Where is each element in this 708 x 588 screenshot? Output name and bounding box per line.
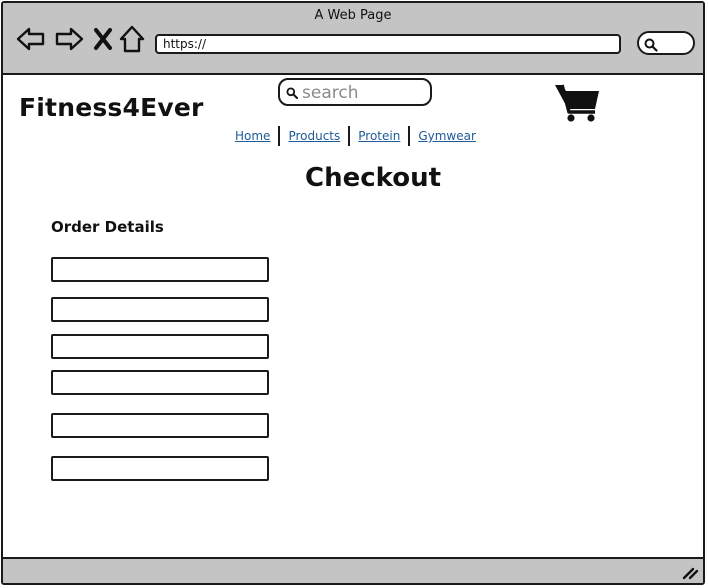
order-field-5[interactable] <box>51 413 269 438</box>
page-title: Checkout <box>304 163 442 193</box>
order-field-4[interactable] <box>51 370 269 395</box>
arrow-left-icon <box>16 27 45 51</box>
browser-search-box[interactable] <box>637 31 695 55</box>
home-icon <box>119 25 145 53</box>
order-field-2[interactable] <box>51 297 269 322</box>
resize-grip-icon[interactable] <box>681 564 699 580</box>
search-icon <box>286 87 298 99</box>
site-search-input[interactable] <box>300 81 430 105</box>
url-input[interactable] <box>155 34 621 54</box>
back-button[interactable] <box>15 23 47 55</box>
search-icon <box>644 38 658 52</box>
order-field-6[interactable] <box>51 456 269 481</box>
site-logo[interactable]: Fitness4Ever <box>19 93 204 122</box>
forward-button[interactable] <box>53 23 85 55</box>
home-button[interactable] <box>118 23 150 55</box>
nav-divider <box>408 126 411 146</box>
order-input-6[interactable] <box>53 458 267 480</box>
cart-button[interactable] <box>553 81 601 127</box>
browser-chrome: A Web Page <box>3 3 703 75</box>
order-input-5[interactable] <box>53 415 267 437</box>
shopping-cart-icon <box>555 84 599 122</box>
order-input-2[interactable] <box>53 299 267 321</box>
status-bar <box>3 557 703 583</box>
main-nav: Home Products Protein Gymwear <box>231 125 480 147</box>
section-title: Order Details <box>51 218 164 236</box>
order-input-1[interactable] <box>53 259 267 281</box>
nav-link-home[interactable]: Home <box>231 129 274 143</box>
browser-window: A Web Page F <box>1 1 705 585</box>
nav-link-gymwear[interactable]: Gymwear <box>414 129 480 143</box>
order-input-3[interactable] <box>53 336 267 358</box>
close-icon <box>94 28 112 50</box>
window-title: A Web Page <box>314 8 392 23</box>
arrow-right-icon <box>55 27 84 51</box>
order-input-4[interactable] <box>53 372 267 394</box>
site-search-box[interactable] <box>278 78 432 106</box>
nav-link-products[interactable]: Products <box>284 129 344 143</box>
nav-divider <box>348 126 351 146</box>
nav-link-protein[interactable]: Protein <box>354 129 404 143</box>
nav-divider <box>278 126 281 146</box>
order-field-3[interactable] <box>51 334 269 359</box>
order-field-1[interactable] <box>51 257 269 282</box>
